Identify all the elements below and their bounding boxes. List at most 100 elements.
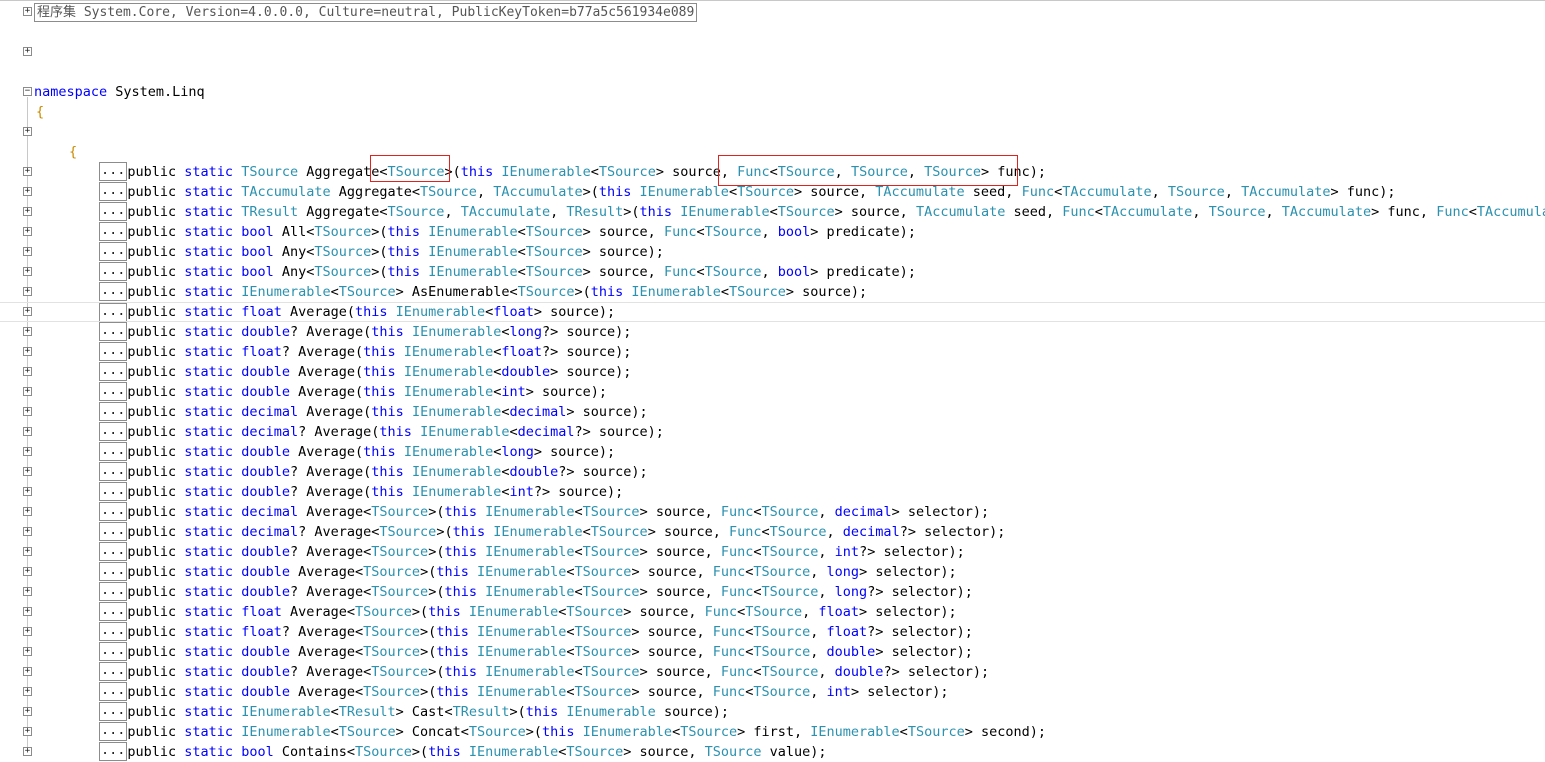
code-token: >( — [420, 684, 437, 700]
namespace-line: namespace System.Linq — [0, 82, 1545, 102]
keyword-token: this — [444, 504, 477, 520]
keyword-token: this — [371, 464, 404, 480]
code-token: > source, — [834, 204, 916, 220]
code-token: public — [127, 404, 185, 420]
type-token: Func — [720, 664, 754, 680]
method-attrs-collapsed[interactable]: ... — [99, 682, 128, 701]
keyword-token: float — [241, 624, 282, 640]
keyword-token: this — [590, 284, 624, 300]
method-attrs-collapsed[interactable]: ... — [99, 282, 128, 301]
code-token: , — [1224, 184, 1242, 200]
type-token: TSource — [574, 644, 632, 660]
keyword-token: double — [241, 584, 290, 600]
type-token: Func — [712, 564, 746, 580]
method-line: ... public static IEnumerable<TResult> Ca… — [0, 702, 1545, 722]
method-attrs-collapsed[interactable]: ... — [99, 182, 128, 201]
expand-assembly-icon[interactable]: + — [23, 7, 32, 16]
method-attrs-collapsed[interactable]: ... — [99, 542, 128, 561]
keyword-token: static — [184, 264, 234, 280]
code-token: Any< — [273, 264, 315, 280]
method-attrs-collapsed[interactable]: ... — [99, 242, 128, 261]
method-attrs-collapsed[interactable]: ... — [99, 402, 128, 421]
method-line: ... public static decimal Average<TSource… — [0, 502, 1545, 522]
method-attrs-collapsed[interactable]: ... — [99, 202, 128, 221]
code-token: > source); — [582, 244, 664, 260]
code-token: > source, — [793, 184, 876, 200]
keyword-token: double — [241, 324, 290, 340]
method-attrs-collapsed[interactable]: ... — [99, 522, 128, 541]
code-token: seed, — [1005, 204, 1063, 220]
method-attrs-collapsed[interactable]: ... — [99, 562, 128, 581]
method-attrs-collapsed[interactable]: ... — [99, 462, 128, 481]
keyword-token: this — [428, 744, 461, 760]
method-attrs-collapsed[interactable]: ... — [99, 303, 128, 321]
keyword-token: double — [241, 564, 290, 580]
code-token: , — [810, 564, 827, 580]
code-token: > source); — [566, 404, 648, 420]
method-attrs-collapsed[interactable]: ... — [99, 662, 128, 681]
code-token: > source, — [631, 644, 713, 660]
code-token: >( — [371, 244, 388, 260]
method-attrs-collapsed[interactable]: ... — [99, 262, 128, 281]
type-token: Func — [1436, 204, 1469, 220]
keyword-token: static — [184, 724, 234, 740]
code-token: < — [566, 684, 575, 700]
code-token: > source); — [550, 364, 632, 380]
method-attrs-collapsed[interactable]: ... — [99, 162, 128, 181]
method-attrs-collapsed[interactable]: ... — [99, 342, 128, 361]
method-attrs-collapsed[interactable]: ... — [99, 482, 128, 501]
type-token: TSource — [355, 744, 412, 760]
type-token: TSource — [379, 524, 437, 540]
method-attrs-collapsed[interactable]: ... — [99, 322, 128, 341]
namespace-open-brace: { — [36, 104, 45, 120]
code-token: < — [696, 224, 705, 240]
type-token: TSource — [363, 644, 421, 660]
method-attrs-collapsed[interactable]: ... — [99, 422, 128, 441]
code-token: public — [127, 584, 185, 600]
code-token: public — [127, 744, 185, 760]
code-token: public — [127, 504, 185, 520]
code-token: , — [1192, 204, 1209, 220]
method-attrs-collapsed[interactable]: ... — [99, 702, 128, 721]
keyword-token: static — [184, 224, 234, 240]
code-token: < — [566, 644, 575, 660]
keyword-token: double — [834, 664, 884, 680]
code-token: < — [696, 264, 705, 280]
code-token: < — [509, 424, 518, 440]
method-attrs-collapsed[interactable]: ... — [99, 602, 128, 621]
code-token: public — [127, 564, 185, 580]
type-token: TAccumulate — [875, 184, 965, 200]
assembly-header[interactable]: 程序集 System.Core, Version=4.0.0.0, Cultur… — [34, 3, 698, 22]
keyword-token: static — [184, 524, 234, 540]
method-attrs-collapsed[interactable]: ... — [99, 582, 128, 601]
type-token: TSource — [314, 244, 372, 260]
type-token: TSource — [314, 224, 372, 240]
code-token: ?> source); — [542, 324, 632, 340]
method-attrs-collapsed[interactable]: ... — [99, 622, 128, 641]
method-attrs-collapsed[interactable]: ... — [99, 722, 128, 741]
highlight-generic-param — [370, 155, 450, 182]
method-attrs-collapsed[interactable]: ... — [99, 222, 128, 241]
method-attrs-collapsed[interactable]: ... — [99, 382, 128, 401]
keyword-token: decimal — [241, 424, 299, 440]
keyword-token: this — [444, 664, 477, 680]
method-attrs-collapsed[interactable]: ... — [99, 502, 128, 521]
code-token: ? Average< — [298, 524, 380, 540]
code-token: ?> source); — [533, 484, 624, 500]
code-token: > selector); — [859, 604, 957, 620]
method-attrs-collapsed[interactable]: ... — [99, 742, 128, 761]
method-attrs-collapsed[interactable]: ... — [99, 442, 128, 461]
method-attrs-collapsed[interactable]: ... — [99, 362, 128, 381]
type-token: TSource — [745, 604, 803, 620]
method-line: ... public static double? Average(this IE… — [0, 322, 1545, 342]
method-attrs-collapsed[interactable]: ... — [99, 642, 128, 661]
type-token: TSource — [566, 604, 624, 620]
method-line: ... public static double Average<TSource>… — [0, 562, 1545, 582]
type-token: IEnumerable — [411, 464, 502, 480]
